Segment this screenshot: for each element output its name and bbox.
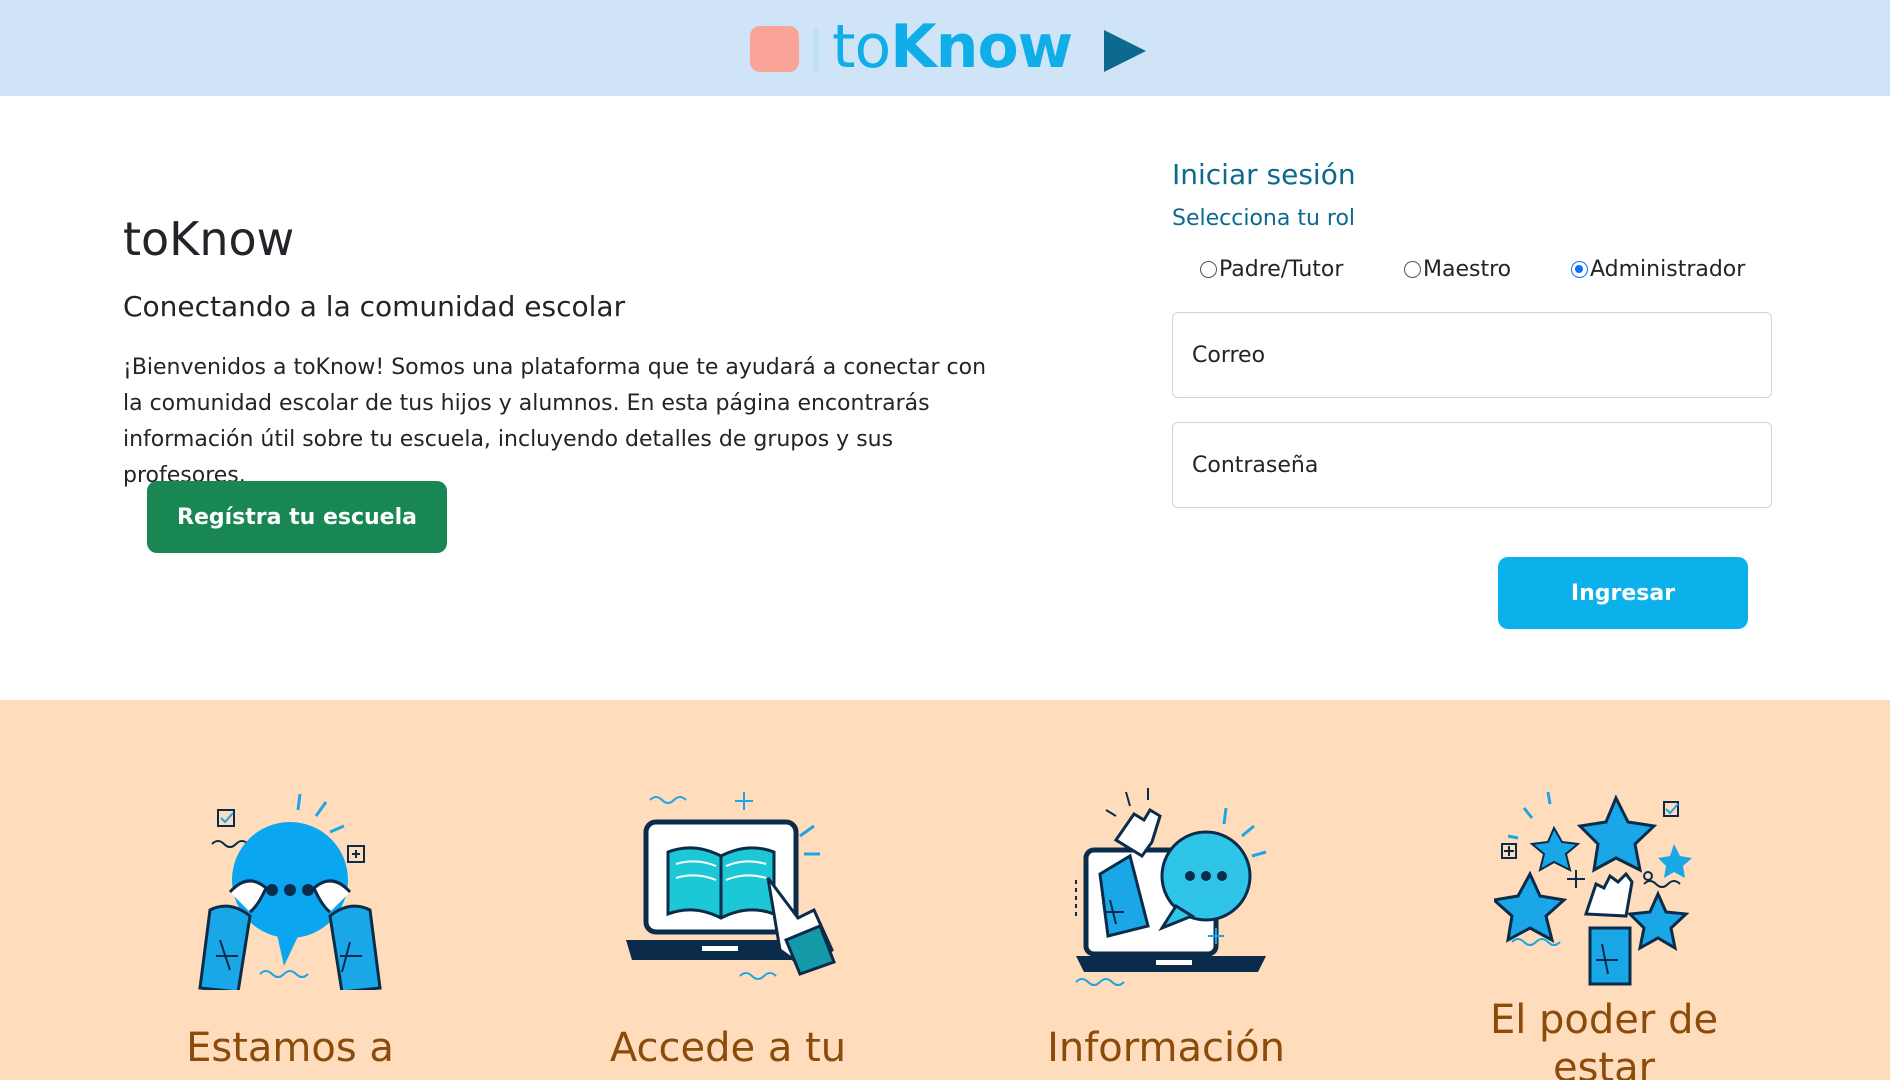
- feature-card: Información: [1016, 700, 1316, 1080]
- role-label-maestro: Maestro: [1423, 257, 1512, 282]
- role-option-padre-tutor[interactable]: Padre/Tutor: [1200, 257, 1343, 282]
- role-radio-group: Padre/Tutor Maestro Administrador: [1200, 257, 1760, 291]
- logo-bar-shape: [814, 28, 820, 72]
- play-icon: [1104, 30, 1146, 72]
- role-option-maestro[interactable]: Maestro: [1404, 257, 1511, 282]
- radio-maestro[interactable]: [1404, 261, 1421, 278]
- email-field[interactable]: [1172, 312, 1772, 398]
- role-label: Selecciona tu rol: [1172, 206, 1356, 231]
- laptop-book-icon: [626, 792, 836, 980]
- role-label-administrador: Administrador: [1590, 257, 1746, 282]
- features-section: Estamos a Accede a tu Información El pod…: [0, 700, 1890, 1080]
- feature-title: Estamos a: [186, 1025, 394, 1071]
- brand-logo[interactable]: toKnow: [750, 12, 1150, 82]
- radio-administrador[interactable]: [1571, 261, 1588, 278]
- laptop-chat-wave-icon: [1075, 788, 1267, 986]
- top-header: toKnow: [0, 0, 1890, 96]
- feature-title: Información: [1047, 1025, 1285, 1071]
- role-label-padre-tutor: Padre/Tutor: [1219, 257, 1344, 282]
- stars-hand-icon: [1494, 791, 1692, 986]
- feature-title: El poder de: [1489, 997, 1719, 1043]
- chat-bubble-hands-icon: [198, 793, 382, 990]
- password-field[interactable]: [1172, 422, 1772, 508]
- login-submit-button[interactable]: Ingresar: [1498, 557, 1748, 629]
- feature-title-line2: estar: [1552, 1045, 1656, 1080]
- logo-wordmark: toKnow: [832, 12, 1073, 82]
- feature-card: Accede a tu: [578, 700, 878, 1080]
- role-option-administrador[interactable]: Administrador: [1571, 257, 1745, 282]
- register-school-button[interactable]: Regístra tu escuela: [147, 481, 447, 553]
- login-title: Iniciar sesión: [1172, 158, 1356, 191]
- feature-title: Accede a tu: [609, 1025, 847, 1071]
- page-subtitle: Conectando a la comunidad escolar: [123, 290, 626, 323]
- radio-padre-tutor[interactable]: [1200, 261, 1217, 278]
- feature-card: El poder de estar: [1454, 700, 1754, 1080]
- feature-card: Estamos a: [140, 700, 440, 1080]
- logo-pill-shape: [750, 26, 799, 72]
- welcome-paragraph: ¡Bienvenidos a toKnow! Somos una platafo…: [123, 355, 987, 488]
- page-title: toKnow: [123, 212, 295, 266]
